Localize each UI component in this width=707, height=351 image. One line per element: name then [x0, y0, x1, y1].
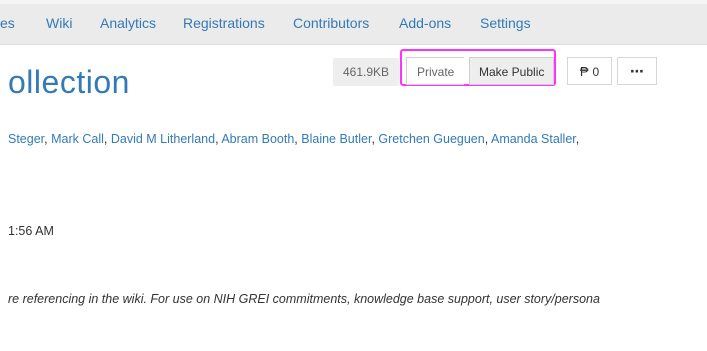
fork-count: 0	[592, 65, 600, 79]
contributor-link[interactable]: Steger	[8, 132, 44, 146]
contributor-link[interactable]: Amanda Staller	[491, 132, 576, 146]
page-title: ollection	[8, 64, 130, 100]
fork-button[interactable]: ₱ 0	[567, 57, 612, 85]
nav-item-wiki[interactable]: Wiki	[46, 15, 72, 31]
nav-item-files[interactable]: es	[0, 15, 15, 31]
contributor-link[interactable]: Gretchen Gueguen	[378, 132, 484, 146]
project-size-badge: 461.9KB	[333, 58, 400, 86]
more-options-button[interactable]: ⋯	[617, 57, 657, 85]
private-button[interactable]: Private	[406, 57, 465, 85]
ellipsis-icon: ⋯	[630, 63, 644, 79]
contributor-link[interactable]: David M Litherland	[111, 132, 215, 146]
nav-item-registrations[interactable]: Registrations	[183, 15, 265, 31]
nav-item-analytics[interactable]: Analytics	[100, 15, 156, 31]
nav-item-settings[interactable]: Settings	[480, 15, 531, 31]
fork-icon: ₱	[579, 64, 589, 79]
project-description: re referencing in the wiki. For use on N…	[8, 292, 600, 306]
make-public-button[interactable]: Make Public	[469, 57, 555, 85]
date-modified: 1:56 AM	[8, 224, 54, 238]
contributors-list: Steger, Mark Call, David M Litherland, A…	[8, 132, 580, 146]
nav-item-contributors[interactable]: Contributors	[293, 15, 369, 31]
nav-item-add-ons[interactable]: Add-ons	[399, 15, 451, 31]
contributor-link[interactable]: Mark Call	[51, 132, 104, 146]
project-nav-bar: es Wiki Analytics Registrations Contribu…	[0, 4, 707, 45]
contributor-link[interactable]: Blaine Butler	[301, 132, 371, 146]
contributor-link[interactable]: Abram Booth	[221, 132, 294, 146]
